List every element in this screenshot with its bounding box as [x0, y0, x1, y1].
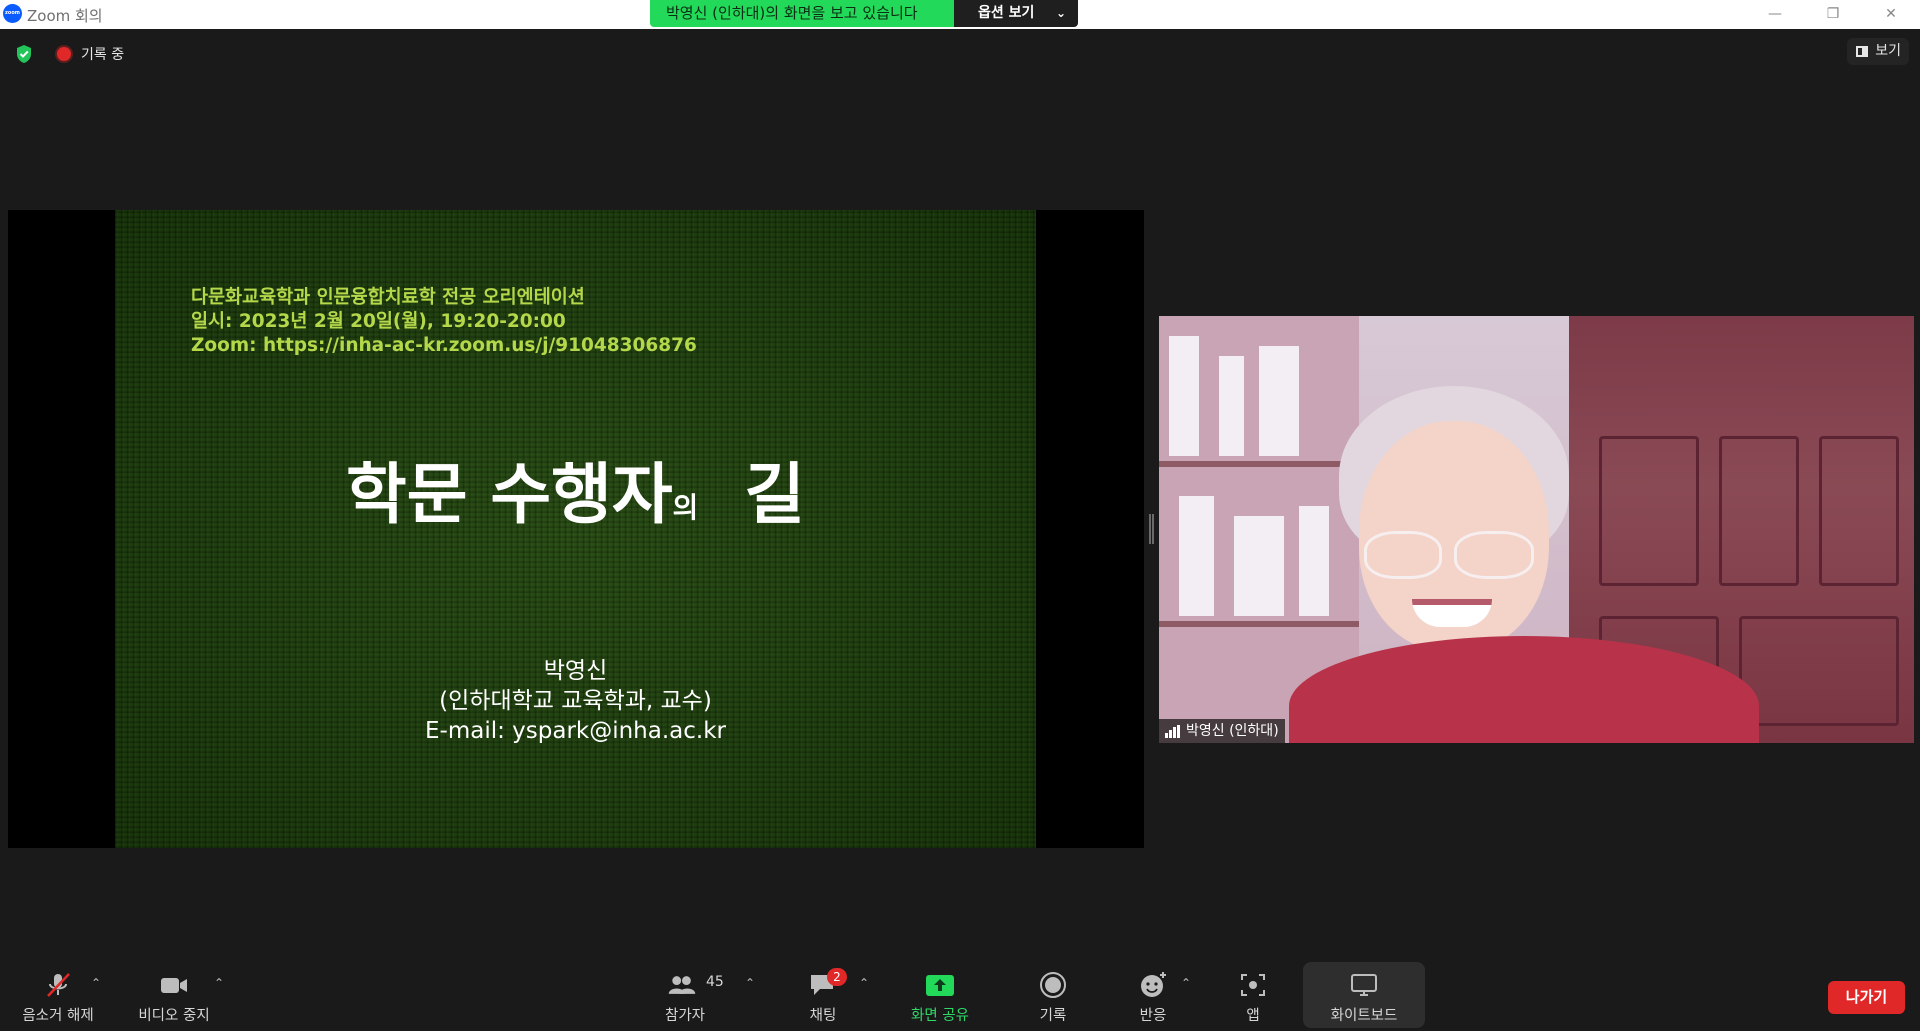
reactions-icon	[1141, 972, 1166, 997]
participant-name: 박영신 (인하대)	[1186, 723, 1279, 739]
slide-info-line: 일시: 2023년 2월 20일(월), 19:20-20:00	[191, 311, 566, 332]
video-book	[1179, 496, 1214, 616]
view-label: 보기	[1875, 43, 1901, 59]
chat-unread-badge: 2	[827, 968, 847, 986]
zoom-meeting-window: zoom Zoom 회의 — ❐ ✕ 박영신 (인하대)의 화면을 보고 있습니…	[0, 0, 1920, 1031]
cabinet-panel	[1719, 436, 1799, 586]
video-book	[1169, 336, 1199, 456]
window-title: Zoom 회의	[27, 7, 103, 25]
recording-dot-icon	[57, 47, 71, 61]
video-shelf-line	[1159, 461, 1359, 467]
record-label: 기록	[1039, 1008, 1067, 1024]
unmute-label: 음소거 해제	[22, 1008, 94, 1024]
apps-button[interactable]: 앱	[1218, 962, 1288, 1028]
shared-slide: 다문화교육학과 인문융합치료학 전공 오리엔테이션 일시: 2023년 2월 2…	[115, 210, 1036, 848]
slide-title-particle: 의	[672, 491, 699, 524]
chat-label: 채팅	[809, 1008, 837, 1024]
view-options-button[interactable]: 옵션 보기 ⌄	[954, 0, 1078, 27]
slide-info-block: 다문화교육학과 인문융합치료학 전공 오리엔테이션 일시: 2023년 2월 2…	[191, 286, 697, 358]
video-book	[1219, 356, 1244, 456]
share-screen-icon	[926, 975, 954, 996]
share-screen-label: 화면 공유	[911, 1008, 969, 1024]
meeting-toolbar: 음소거 해제 ⌃ 비디오 중지 ⌃ 참가자 ⌃ 채팅 ⌃ 화면 공유 기록 반응…	[0, 962, 1920, 1031]
whiteboard-label: 화이트보드	[1330, 1008, 1398, 1024]
chevron-down-icon: ⌄	[1055, 6, 1066, 20]
slide-author-email: E-mail: yspark@inha.ac.kr	[424, 718, 726, 744]
share-banner-text: 박영신 (인하대)의 화면을 보고 있습니다	[650, 0, 954, 27]
close-button[interactable]: ✕	[1862, 0, 1920, 29]
unmute-button[interactable]: 음소거 해제	[14, 962, 102, 1028]
video-book	[1299, 506, 1329, 616]
shield-check-icon[interactable]	[15, 44, 33, 64]
signal-strength-icon	[1165, 725, 1181, 738]
whiteboard-button[interactable]: 화이트보드	[1303, 962, 1425, 1028]
slide-author-block: 박영신 (인하대학교 교육학과, 교수) E-mail: yspark@inha…	[115, 656, 1036, 746]
slide-author-name: 박영신	[543, 658, 608, 684]
cabinet-panel	[1819, 436, 1899, 586]
zoom-logo-icon: zoom	[3, 4, 22, 23]
window-controls: — ❐ ✕	[1746, 0, 1920, 29]
chat-options-caret[interactable]: ⌃	[859, 976, 869, 990]
stop-video-button[interactable]: 비디오 중지	[130, 962, 218, 1028]
whiteboard-icon	[1351, 974, 1377, 996]
slide-title-end: 길	[744, 456, 806, 533]
cabinet-panel	[1739, 616, 1899, 726]
participants-icon	[668, 976, 696, 994]
view-options-label: 옵션 보기	[978, 5, 1035, 21]
video-options-caret[interactable]: ⌃	[214, 976, 224, 990]
view-layout-icon	[1856, 46, 1868, 57]
cabinet-panel	[1599, 436, 1699, 586]
video-glasses	[1454, 531, 1534, 579]
reactions-options-caret[interactable]: ⌃	[1181, 976, 1191, 990]
participants-count: 45	[706, 974, 724, 990]
participants-button[interactable]: 참가자	[650, 962, 720, 1028]
record-icon	[1040, 972, 1066, 998]
minimize-button[interactable]: —	[1746, 0, 1804, 29]
microphone-muted-icon	[47, 973, 70, 997]
apps-icon	[1241, 974, 1265, 996]
video-book	[1234, 516, 1284, 616]
participant-name-label: 박영신 (인하대)	[1159, 719, 1285, 743]
participant-video[interactable]	[1159, 316, 1914, 743]
slide-info-line: 다문화교육학과 인문융합치료학 전공 오리엔테이션	[191, 287, 585, 308]
participants-label: 참가자	[664, 1008, 706, 1024]
slide-author-affiliation: (인하대학교 교육학과, 교수)	[439, 688, 712, 714]
share-screen-button[interactable]: 화면 공유	[898, 962, 982, 1028]
participants-options-caret[interactable]: ⌃	[745, 976, 755, 990]
video-shelf-line	[1159, 621, 1359, 627]
record-button[interactable]: 기록	[1018, 962, 1088, 1028]
leave-button[interactable]: 나가기	[1828, 981, 1905, 1014]
restore-button[interactable]: ❐	[1804, 0, 1862, 29]
slide-title: 학문 수행자의 길	[115, 455, 1036, 548]
recording-status[interactable]: 기록 중	[81, 44, 124, 64]
resize-handle[interactable]	[1149, 514, 1154, 544]
reactions-button[interactable]: 반응	[1118, 962, 1188, 1028]
video-book	[1259, 346, 1299, 456]
audio-options-caret[interactable]: ⌃	[91, 976, 101, 990]
slide-title-main: 학문 수행자	[345, 456, 673, 533]
reactions-label: 반응	[1139, 1008, 1167, 1024]
video-camera-icon	[161, 978, 187, 993]
video-glasses	[1364, 531, 1442, 579]
slide-info-line: Zoom: https://inha-ac-kr.zoom.us/j/91048…	[191, 335, 697, 356]
view-button[interactable]: 보기	[1847, 38, 1909, 65]
screen-share-banner: 박영신 (인하대)의 화면을 보고 있습니다 옵션 보기 ⌄	[650, 0, 1078, 27]
stop-video-label: 비디오 중지	[138, 1008, 210, 1024]
apps-label: 앱	[1246, 1008, 1260, 1024]
